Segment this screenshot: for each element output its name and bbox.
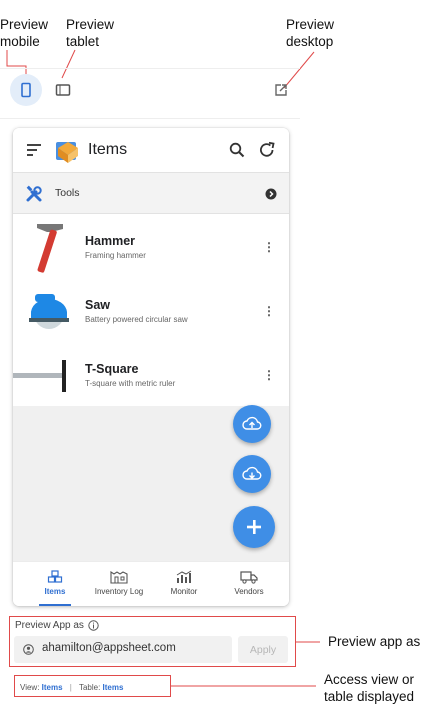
tools-icon <box>26 185 42 202</box>
nav-tab-vendors[interactable]: Vendors <box>223 562 275 606</box>
preview-app-as-heading: Preview App as <box>15 620 99 631</box>
bottom-nav: Items Inventory Log Monitor Vendors <box>13 561 289 606</box>
view-label: View: <box>20 683 40 692</box>
preview-email-field[interactable]: ahamilton@appsheet.com <box>14 636 232 663</box>
item-subtitle: Framing hammer <box>85 251 146 260</box>
monitor-icon <box>176 570 192 583</box>
app-title: Items <box>88 141 128 158</box>
toolbar-divider-bottom <box>0 118 300 119</box>
preview-email-value: ahamilton@appsheet.com <box>42 642 176 654</box>
t-square-image <box>13 360 66 392</box>
cloud-download-icon <box>242 466 262 480</box>
items-icon <box>47 570 63 583</box>
group-header-tools[interactable]: Tools <box>13 172 289 214</box>
tablet-icon <box>55 84 71 96</box>
context-separator: | <box>69 683 72 692</box>
preview-app-as-label: Preview App as <box>15 620 84 631</box>
item-subtitle: Battery powered circular saw <box>85 315 188 324</box>
table-label: Table: <box>78 683 101 692</box>
open-external-icon <box>275 84 287 96</box>
toolbar-divider <box>0 68 300 69</box>
hammer-image <box>37 224 63 273</box>
download-button[interactable] <box>233 455 271 493</box>
inventory-log-icon <box>110 570 128 584</box>
upload-button[interactable] <box>233 405 271 443</box>
nav-label-inventory-log: Inventory Log <box>94 587 144 596</box>
more-options-icon[interactable]: ⋮ <box>263 368 275 382</box>
item-title: Hammer <box>85 234 136 248</box>
items-box-icon <box>56 142 78 163</box>
menu-icon[interactable] <box>27 144 43 156</box>
list-item[interactable]: Saw Battery powered circular saw ⋮ <box>13 278 289 342</box>
item-title: Saw <box>85 298 111 312</box>
nav-label-items: Items <box>44 587 66 596</box>
plus-icon <box>247 520 261 534</box>
add-item-button[interactable] <box>233 506 275 548</box>
vendors-icon <box>240 571 258 584</box>
preview-desktop-button[interactable] <box>268 78 294 102</box>
preview-mobile-button[interactable] <box>10 74 42 106</box>
search-icon[interactable] <box>229 142 245 158</box>
active-tab-indicator <box>39 604 71 606</box>
nav-tab-items[interactable]: Items <box>27 562 83 606</box>
nav-tab-monitor[interactable]: Monitor <box>159 562 209 606</box>
view-table-context: View: Items | Table: Items <box>20 683 123 692</box>
phone-icon <box>21 82 31 98</box>
info-icon[interactable] <box>88 620 99 631</box>
item-subtitle: T-square with metric ruler <box>85 379 176 388</box>
refresh-icon[interactable] <box>258 141 276 159</box>
list-item[interactable]: Hammer Framing hammer ⋮ <box>13 214 289 278</box>
mobile-preview-frame: Items Tools Hammer Framing hammer ⋮ Saw … <box>13 128 289 606</box>
nav-label-monitor: Monitor <box>170 587 198 596</box>
preview-tablet-button[interactable] <box>50 78 76 102</box>
group-label: Tools <box>55 187 80 199</box>
account-icon <box>23 644 34 655</box>
apply-button[interactable]: Apply <box>238 636 288 663</box>
more-options-icon[interactable]: ⋮ <box>263 240 275 254</box>
app-header: Items <box>13 128 289 172</box>
nav-tab-inventory-log[interactable]: Inventory Log <box>87 562 151 606</box>
item-title: T-Square <box>85 362 139 376</box>
list-item[interactable]: T-Square T-square with metric ruler ⋮ <box>13 342 289 406</box>
chevron-right-circle-icon <box>265 188 277 200</box>
table-link[interactable]: Items <box>103 683 124 692</box>
view-link[interactable]: Items <box>42 683 63 692</box>
saw-image <box>29 294 69 329</box>
nav-label-vendors: Vendors <box>234 587 264 596</box>
more-options-icon[interactable]: ⋮ <box>263 304 275 318</box>
cloud-upload-icon <box>242 416 262 430</box>
